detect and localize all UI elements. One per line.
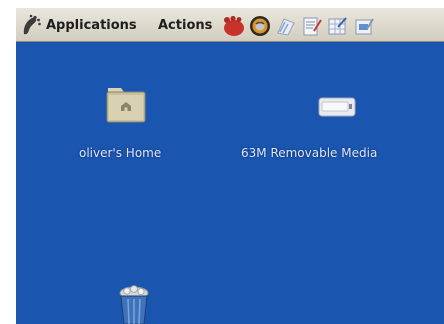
- removable-drive-icon[interactable]: [318, 96, 356, 118]
- home-folder-icon[interactable]: [106, 82, 146, 124]
- top-panel: Applications Actions: [16, 8, 444, 42]
- foot-logo-icon[interactable]: [222, 15, 246, 37]
- desktop-item-label: 63M Removable Media: [241, 146, 378, 160]
- evolution-mail-icon[interactable]: [274, 15, 298, 37]
- applications-menu[interactable]: Applications: [46, 18, 137, 33]
- trash-icon[interactable]: [117, 284, 151, 324]
- presentation-icon[interactable]: [352, 15, 376, 37]
- spreadsheet-icon[interactable]: [326, 15, 350, 37]
- desktop-item-label: oliver's Home: [79, 146, 162, 160]
- desktop-screen: Applications Actions oliver's Home 63M R…: [16, 8, 444, 324]
- actions-menu[interactable]: Actions: [158, 18, 212, 33]
- web-browser-icon[interactable]: [248, 15, 272, 37]
- main-menu-foot-icon[interactable]: [20, 14, 42, 38]
- document-editor-icon[interactable]: [300, 15, 324, 37]
